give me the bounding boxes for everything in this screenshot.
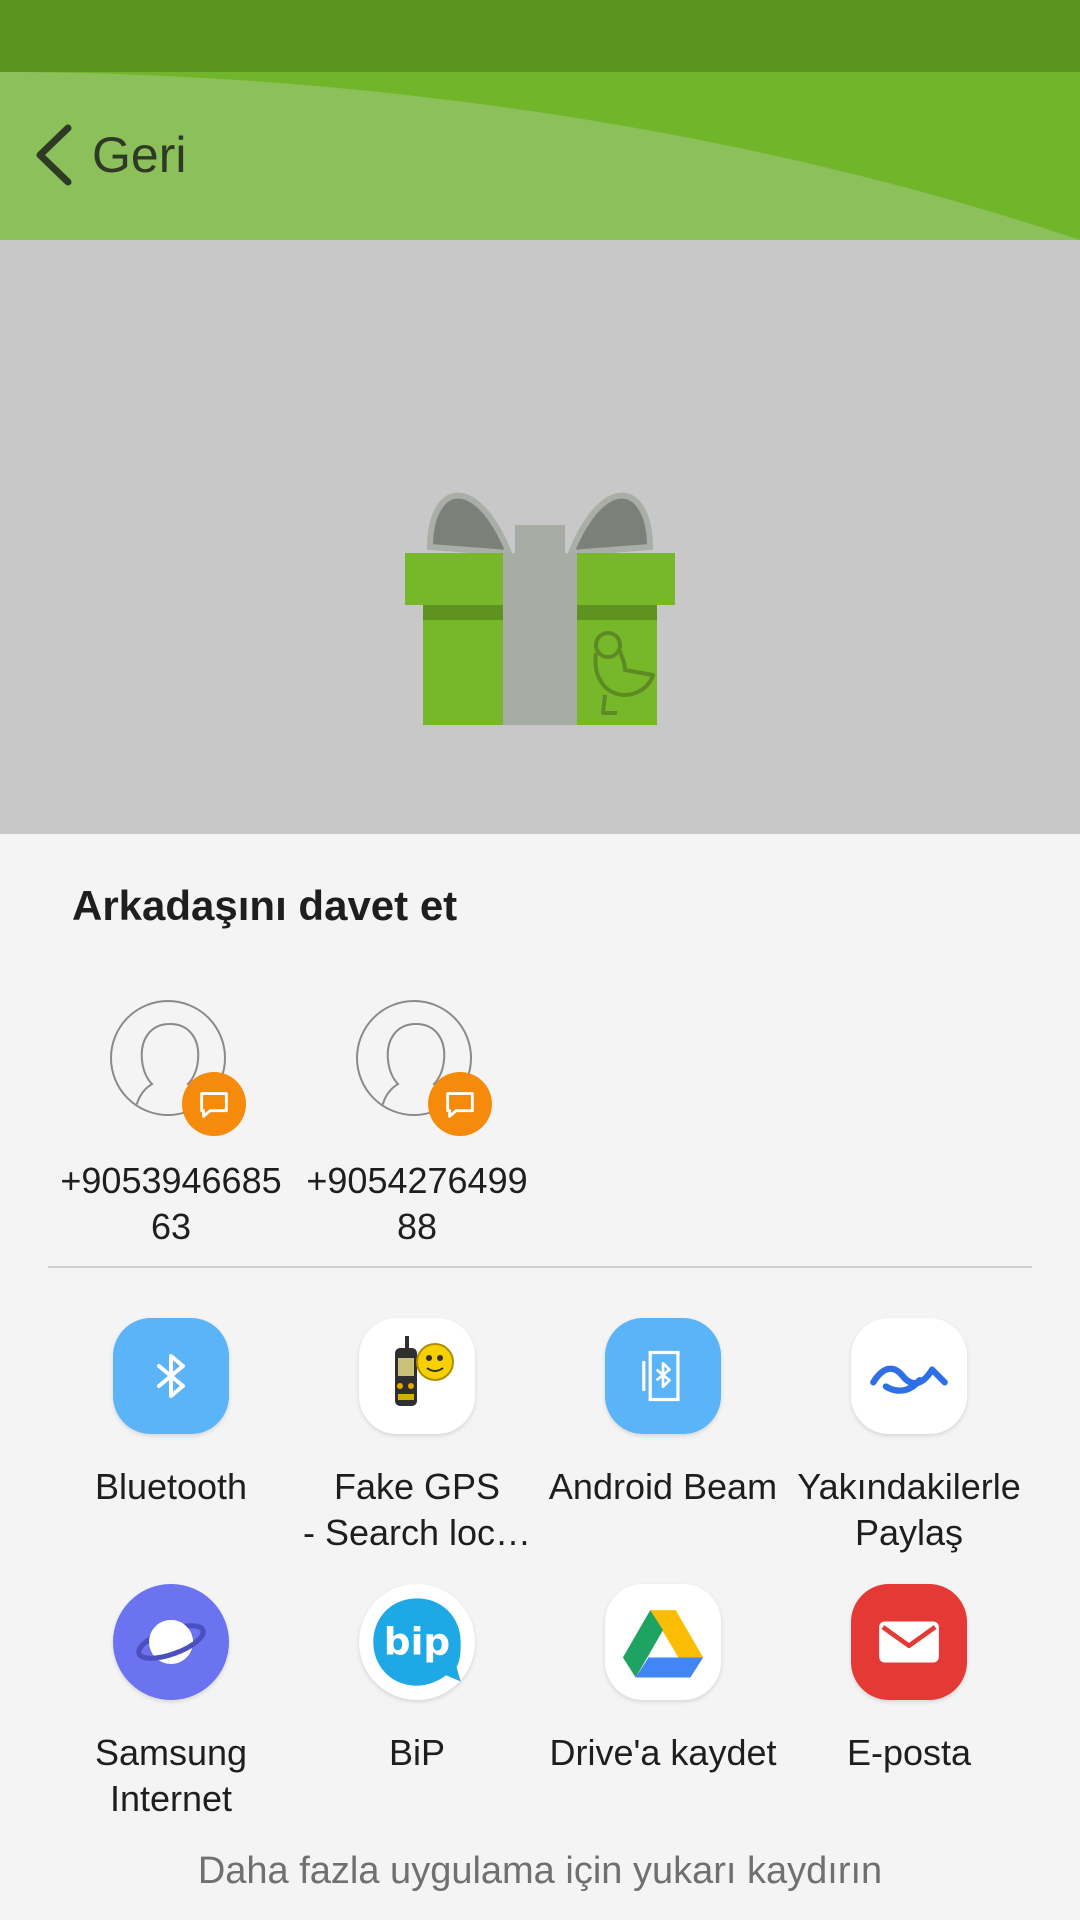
chevron-left-icon (36, 124, 72, 186)
envelope-icon (851, 1584, 967, 1700)
app-email[interactable]: E-posta (786, 1584, 1032, 1776)
app-fake-gps[interactable]: Fake GPS - Search loc… (294, 1318, 540, 1556)
bluetooth-icon (113, 1318, 229, 1434)
app-label: Fake GPS - Search loc… (302, 1466, 532, 1553)
app-bip[interactable]: bip BiP (294, 1584, 540, 1776)
app-label: Bluetooth (94, 1466, 248, 1507)
app-label: Drive'a kaydet (549, 1732, 777, 1773)
scroll-hint: Daha fazla uygulama için yukarı kaydırın (197, 1850, 883, 1892)
sheet-title: Arkadaşını davet et (72, 882, 458, 929)
svg-text:bip: bip (384, 1619, 450, 1663)
contact-item[interactable]: +905394668563 (51, 1000, 291, 1250)
gift-icon (405, 492, 675, 725)
contact-number: +905427649988 (306, 1160, 528, 1247)
avatar (356, 1000, 492, 1136)
app-label: Android Beam (548, 1466, 778, 1507)
app-label: Yakındakilerle Paylaş (797, 1466, 1021, 1553)
google-drive-icon (605, 1584, 721, 1700)
app-label: E-posta (846, 1732, 972, 1773)
contact-item[interactable]: +905427649988 (297, 1000, 537, 1250)
message-badge-icon (182, 1072, 246, 1136)
hero-banner (0, 240, 1080, 834)
avatar (110, 1000, 246, 1136)
app-samsung-internet[interactable]: Samsung Internet (48, 1584, 294, 1822)
android-beam-icon (605, 1318, 721, 1434)
samsung-internet-icon (113, 1584, 229, 1700)
share-sheet: Arkadaşını davet et +905394668563 +90542… (0, 834, 1080, 1920)
divider (48, 1266, 1032, 1268)
message-badge-icon (428, 1072, 492, 1136)
app-drive[interactable]: Drive'a kaydet (540, 1584, 786, 1776)
nearby-share-icon (851, 1318, 967, 1434)
back-label: Geri (92, 127, 187, 183)
back-button[interactable]: Geri (30, 110, 186, 200)
contact-number: +905394668563 (60, 1160, 282, 1247)
app-nearby-share[interactable]: Yakındakilerle Paylaş (786, 1318, 1032, 1556)
app-label: Samsung Internet (94, 1732, 248, 1819)
app-label: BiP (388, 1732, 446, 1773)
status-bar (0, 0, 1080, 72)
app-android-beam[interactable]: Android Beam (540, 1318, 786, 1510)
fake-gps-icon (359, 1318, 475, 1434)
bip-icon: bip (359, 1584, 475, 1700)
app-bluetooth[interactable]: Bluetooth (48, 1318, 294, 1510)
